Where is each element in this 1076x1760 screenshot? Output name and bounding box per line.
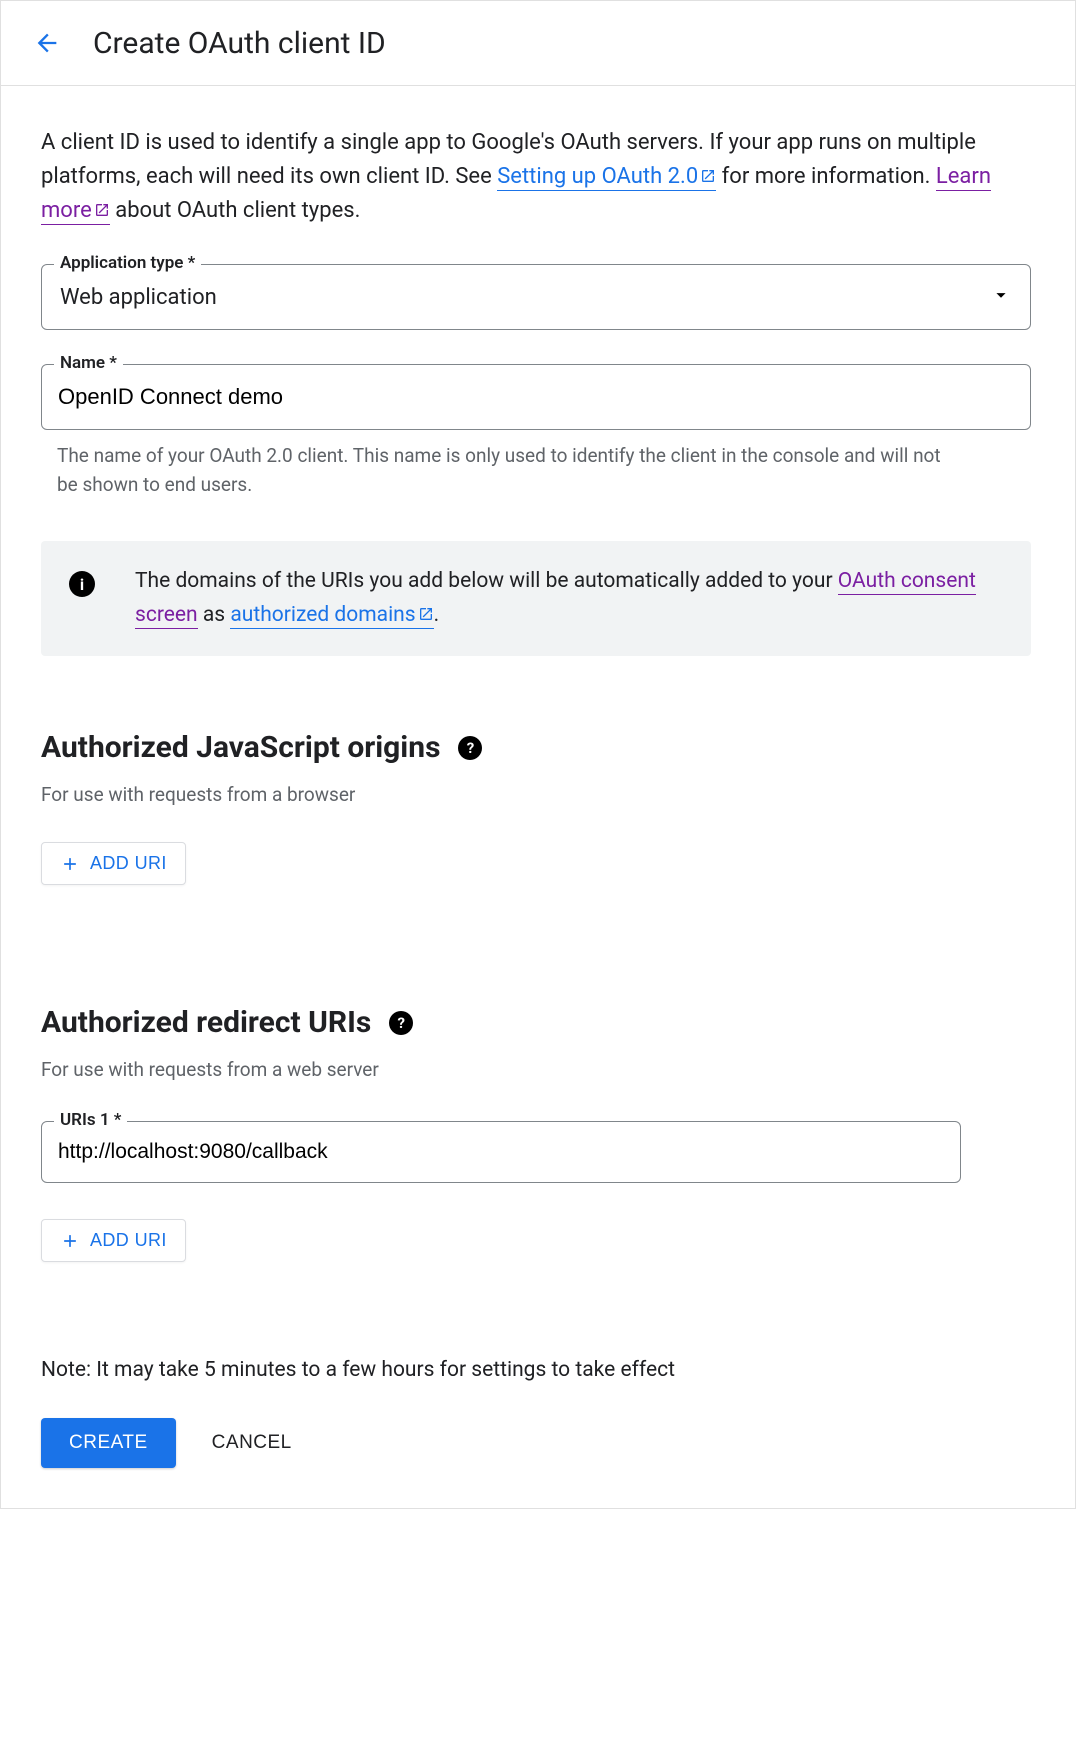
external-link-icon (94, 202, 110, 218)
settings-note: Note: It may take 5 minutes to a few hou… (41, 1358, 1035, 1382)
intro-paragraph: A client ID is used to identify a single… (41, 126, 1021, 228)
uri-1-label: URIs 1 * (54, 1110, 127, 1130)
name-field: Name * (41, 364, 1031, 430)
application-type-select[interactable]: Web application (42, 265, 1030, 329)
external-link-icon (418, 606, 434, 622)
application-type-field: Application type * Web application (41, 264, 1031, 330)
create-button[interactable]: CREATE (41, 1418, 176, 1468)
intro-text-2: for more information. (722, 164, 936, 189)
info-icon: i (69, 571, 95, 597)
name-helper-text: The name of your OAuth 2.0 client. This … (57, 442, 957, 499)
application-type-label: Application type * (54, 253, 201, 273)
authorized-domains-link[interactable]: authorized domains (230, 603, 433, 629)
js-origins-section: Authorized JavaScript origins ? For use … (41, 730, 1035, 885)
application-type-value: Web application (60, 285, 217, 310)
external-link-icon (700, 168, 716, 184)
domains-info-box: i The domains of the URIs you add below … (41, 541, 1031, 656)
js-origins-title: Authorized JavaScript origins ? (41, 730, 1035, 765)
arrow-left-icon (33, 29, 61, 57)
intro-text-3: about OAuth client types. (115, 198, 360, 223)
redirect-uris-subtitle: For use with requests from a web server (41, 1058, 1035, 1081)
content-area: A client ID is used to identify a single… (1, 86, 1075, 1508)
page-header: Create OAuth client ID (1, 1, 1075, 86)
add-redirect-uri-button[interactable]: ADD URI (41, 1219, 186, 1262)
js-origins-subtitle: For use with requests from a browser (41, 783, 1035, 806)
name-label: Name * (54, 353, 123, 373)
redirect-uris-title: Authorized redirect URIs ? (41, 1005, 1035, 1040)
info-text: The domains of the URIs you add below wi… (135, 565, 1003, 632)
uri-1-field-wrap: URIs 1 * (41, 1121, 961, 1183)
cancel-button[interactable]: CANCEL (212, 1432, 292, 1454)
uri-1-field: URIs 1 * (41, 1121, 961, 1183)
redirect-uris-section: Authorized redirect URIs ? For use with … (41, 1005, 1035, 1262)
plus-icon (60, 854, 80, 874)
help-icon[interactable]: ? (389, 1011, 413, 1035)
chevron-down-icon (990, 284, 1012, 310)
uri-1-input[interactable] (42, 1122, 960, 1182)
plus-icon (60, 1231, 80, 1251)
footer-actions: CREATE CANCEL (41, 1418, 1035, 1468)
name-input[interactable] (42, 365, 1030, 429)
help-icon[interactable]: ? (458, 736, 482, 760)
add-js-origin-button[interactable]: ADD URI (41, 842, 186, 885)
setting-up-oauth-link[interactable]: Setting up OAuth 2.0 (497, 164, 716, 191)
page-title: Create OAuth client ID (93, 26, 386, 61)
back-button[interactable] (29, 25, 65, 61)
